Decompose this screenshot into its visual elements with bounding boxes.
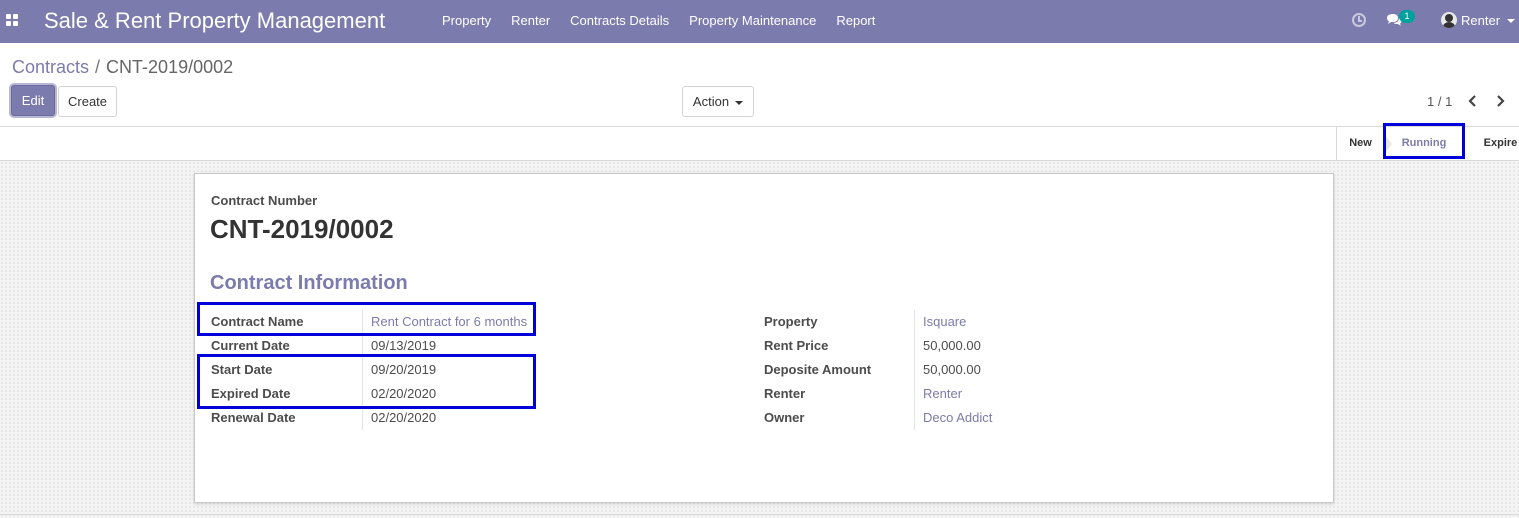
field-label: Renter: [764, 386, 806, 401]
field-label: Rent Price: [764, 338, 829, 353]
contract-number-label: Contract Number: [211, 193, 318, 208]
field-contract-name: Contract Name Rent Contract for 6 months: [211, 310, 711, 334]
breadcrumb-separator: /: [95, 57, 101, 77]
field-value[interactable]: Deco Addict: [914, 406, 992, 430]
field-value[interactable]: Isquare: [914, 310, 966, 334]
field-label: Expired Date: [211, 386, 291, 401]
user-avatar-icon[interactable]: [1441, 12, 1457, 28]
menu-item-property-maintenance[interactable]: Property Maintenance: [679, 0, 826, 43]
breadcrumb: Contracts / CNT-2019/0002: [12, 57, 233, 78]
field-property: Property Isquare: [764, 310, 1264, 334]
field-label: Renewal Date: [211, 410, 296, 425]
menu-item-renter[interactable]: Renter: [501, 0, 560, 43]
field-rent-price: Rent Price 50,000.00: [764, 334, 1264, 358]
status-bar: New Running Expire: [0, 126, 1519, 161]
field-owner: Owner Deco Addict: [764, 406, 1264, 430]
field-value: 02/20/2020: [362, 382, 436, 406]
field-label: Deposite Amount: [764, 362, 872, 377]
apps-grid-icon[interactable]: [6, 14, 18, 26]
field-deposite-amount: Deposite Amount 50,000.00: [764, 358, 1264, 382]
action-dropdown-button[interactable]: Action: [682, 86, 754, 117]
field-value: 50,000.00: [914, 358, 981, 382]
caret-down-icon[interactable]: [1507, 19, 1515, 23]
section-title: Contract Information: [210, 272, 408, 294]
field-label: Start Date: [211, 362, 273, 377]
field-label: Owner: [764, 410, 805, 425]
stage-expire[interactable]: Expire: [1478, 127, 1519, 160]
field-renter: Renter Renter: [764, 382, 1264, 406]
menu-item-property[interactable]: Property: [432, 0, 501, 43]
action-label: Action: [692, 94, 730, 109]
field-label: Current Date: [211, 338, 290, 353]
field-value: 02/20/2020: [362, 406, 436, 430]
breadcrumb-contracts[interactable]: Contracts: [12, 57, 89, 77]
stage-new[interactable]: New: [1336, 127, 1384, 160]
field-label: Property: [764, 314, 818, 329]
edit-button[interactable]: Edit: [11, 85, 55, 116]
user-name[interactable]: Renter: [1461, 13, 1500, 28]
form-sheet: Contract Number CNT-2019/0002 Contract I…: [194, 173, 1334, 503]
caret-down-icon: [735, 100, 744, 105]
field-value: 09/20/2019: [362, 358, 436, 382]
clock-icon[interactable]: [1352, 13, 1366, 27]
field-value[interactable]: Renter: [914, 382, 962, 406]
field-start-date: Start Date 09/20/2019: [211, 358, 711, 382]
bottom-divider: [0, 514, 1519, 515]
field-value[interactable]: Rent Contract for 6 months: [362, 310, 527, 334]
stage-running[interactable]: Running: [1384, 127, 1464, 160]
field-label: Contract Name: [211, 314, 304, 329]
field-current-date: Current Date 09/13/2019: [211, 334, 711, 358]
app-brand-title[interactable]: Sale & Rent Property Management: [44, 8, 385, 34]
chevron-right-icon[interactable]: [1492, 93, 1508, 109]
field-renewal-date: Renewal Date 02/20/2020: [211, 406, 711, 430]
pager-value[interactable]: 1 / 1: [1427, 94, 1452, 109]
main-menu: Property Renter Contracts Details Proper…: [432, 0, 885, 43]
field-value: 50,000.00: [914, 334, 981, 358]
field-value: 09/13/2019: [362, 334, 436, 358]
menu-item-report[interactable]: Report: [826, 0, 885, 43]
field-expired-date: Expired Date 02/20/2020: [211, 382, 711, 406]
chat-badge: 1: [1399, 10, 1415, 23]
contract-number-value: CNT-2019/0002: [210, 214, 394, 244]
breadcrumb-current: CNT-2019/0002: [106, 57, 234, 77]
menu-item-contracts-details[interactable]: Contracts Details: [560, 0, 679, 43]
chevron-left-icon[interactable]: [1465, 93, 1481, 109]
top-navbar: Sale & Rent Property Management Property…: [0, 0, 1519, 43]
create-button[interactable]: Create: [58, 86, 117, 117]
